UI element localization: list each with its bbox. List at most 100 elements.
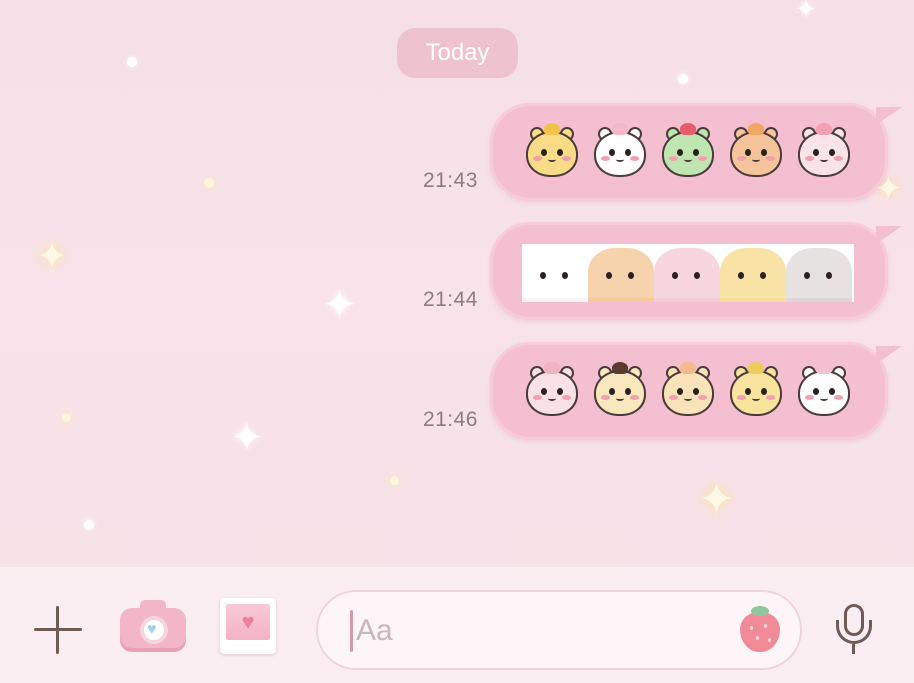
hamster-eye (829, 149, 835, 156)
hamster-accessory (544, 123, 560, 135)
hamster-eye (829, 388, 835, 395)
sticker-image[interactable] (522, 119, 854, 185)
hamster-blush (834, 395, 843, 400)
sparkle-dot (678, 74, 688, 84)
hamster-blush (533, 395, 542, 400)
hamster-accessory (680, 123, 696, 135)
hamster-eye (826, 272, 832, 279)
strawberry-seed (764, 624, 767, 628)
hamster-eye (745, 388, 751, 395)
hamster-eye (761, 388, 767, 395)
sticker-image[interactable] (522, 244, 854, 302)
sparkle-decoration: ✦ (698, 475, 735, 524)
hamster-blush (630, 156, 639, 161)
yellow-hamster-face (720, 244, 786, 302)
hamster-body (526, 370, 578, 416)
hamster-mouth (752, 396, 760, 401)
photo-icon[interactable]: ♥ (220, 598, 276, 654)
strawberry-berry (740, 612, 780, 652)
chat-area[interactable]: ✦ ✦ ✦ ✦ ✦ ✦ Today 21:43 21:44 21:46 (0, 0, 914, 567)
hamster-blush (601, 395, 610, 400)
sparkle-dot (127, 57, 137, 67)
pink-hamster-shocked (522, 362, 582, 420)
hamster-eye (625, 149, 631, 156)
hamster-eye (541, 149, 547, 156)
hamster-accessory (816, 362, 832, 374)
sparkle-dot (84, 520, 94, 530)
hamster-blush (601, 156, 610, 161)
hamster-body (798, 131, 850, 177)
hamster-eye (609, 149, 615, 156)
hamster-face (654, 248, 720, 302)
hamster-eye (562, 272, 568, 279)
camera-icon[interactable]: ♥ (120, 598, 186, 652)
sparkle-dot (390, 476, 399, 485)
green-hamster-cherry (658, 123, 718, 181)
hamster-face (786, 248, 852, 302)
grey-hamster-face (786, 244, 852, 302)
message-time: 21:43 (422, 169, 478, 192)
strawberry-seed (756, 636, 759, 640)
sticker-message-bubble[interactable] (490, 342, 902, 440)
pink-hamster-face (654, 244, 720, 302)
hamster-blush (737, 395, 746, 400)
hamster-eye (745, 149, 751, 156)
white-cat-face (522, 244, 588, 302)
message-row: 21:43 (0, 103, 914, 201)
message-time: 21:46 (422, 408, 478, 431)
hamster-eye (541, 388, 547, 395)
message-time: 21:44 (422, 288, 478, 311)
hamster-body (730, 131, 782, 177)
hamster-mouth (820, 157, 828, 162)
hamster-eye (694, 272, 700, 279)
hamster-body (526, 131, 578, 177)
hamster-accessory (612, 123, 628, 135)
hamster-blush (834, 156, 843, 161)
hamster-blush (533, 156, 542, 161)
hamster-face (720, 248, 786, 302)
heart-icon: ♥ (147, 621, 157, 638)
hamster-blush (562, 156, 571, 161)
hamster-eye (813, 149, 819, 156)
strawberry-icon[interactable] (738, 604, 782, 652)
hamster-body (730, 370, 782, 416)
hamster-body (594, 131, 646, 177)
plus-icon[interactable] (32, 604, 84, 656)
sticker-image[interactable] (522, 358, 854, 424)
input-placeholder: Aa (356, 614, 393, 647)
yellow-hamster (522, 123, 582, 181)
hamster-eye (677, 149, 683, 156)
hamster-face (588, 248, 654, 302)
hamster-eye (804, 272, 810, 279)
hamster-mouth (684, 396, 692, 401)
hamster-eye (625, 388, 631, 395)
hamster-blush (562, 395, 571, 400)
yellow-hamster-eating (726, 362, 786, 420)
strawberry-leaf (751, 606, 769, 616)
hamster-eye (761, 149, 767, 156)
sticker-message-bubble[interactable] (490, 222, 902, 320)
message-row: 21:46 (0, 342, 914, 440)
hamster-mouth (820, 396, 828, 401)
hamster-accessory (612, 362, 628, 374)
message-input[interactable]: Aa (316, 590, 802, 670)
hamster-accessory (816, 123, 832, 135)
peach-hamster (658, 362, 718, 420)
hamster-eye (606, 272, 612, 279)
hamster-blush (805, 395, 814, 400)
hamster-eye (693, 149, 699, 156)
white-hamster-smile (794, 362, 854, 420)
hamster-eye (813, 388, 819, 395)
hamster-mouth (548, 396, 556, 401)
text-cursor (350, 610, 353, 652)
strawberry-seed (750, 626, 753, 630)
mic-stem (852, 644, 855, 654)
sticker-message-bubble[interactable] (490, 103, 902, 201)
hamster-blush (737, 156, 746, 161)
hamster-eye (677, 388, 683, 395)
hamster-mouth (548, 157, 556, 162)
hamster-eye (693, 388, 699, 395)
hamster-eye (557, 149, 563, 156)
microphone-icon[interactable] (832, 604, 876, 656)
hamster-body (662, 370, 714, 416)
